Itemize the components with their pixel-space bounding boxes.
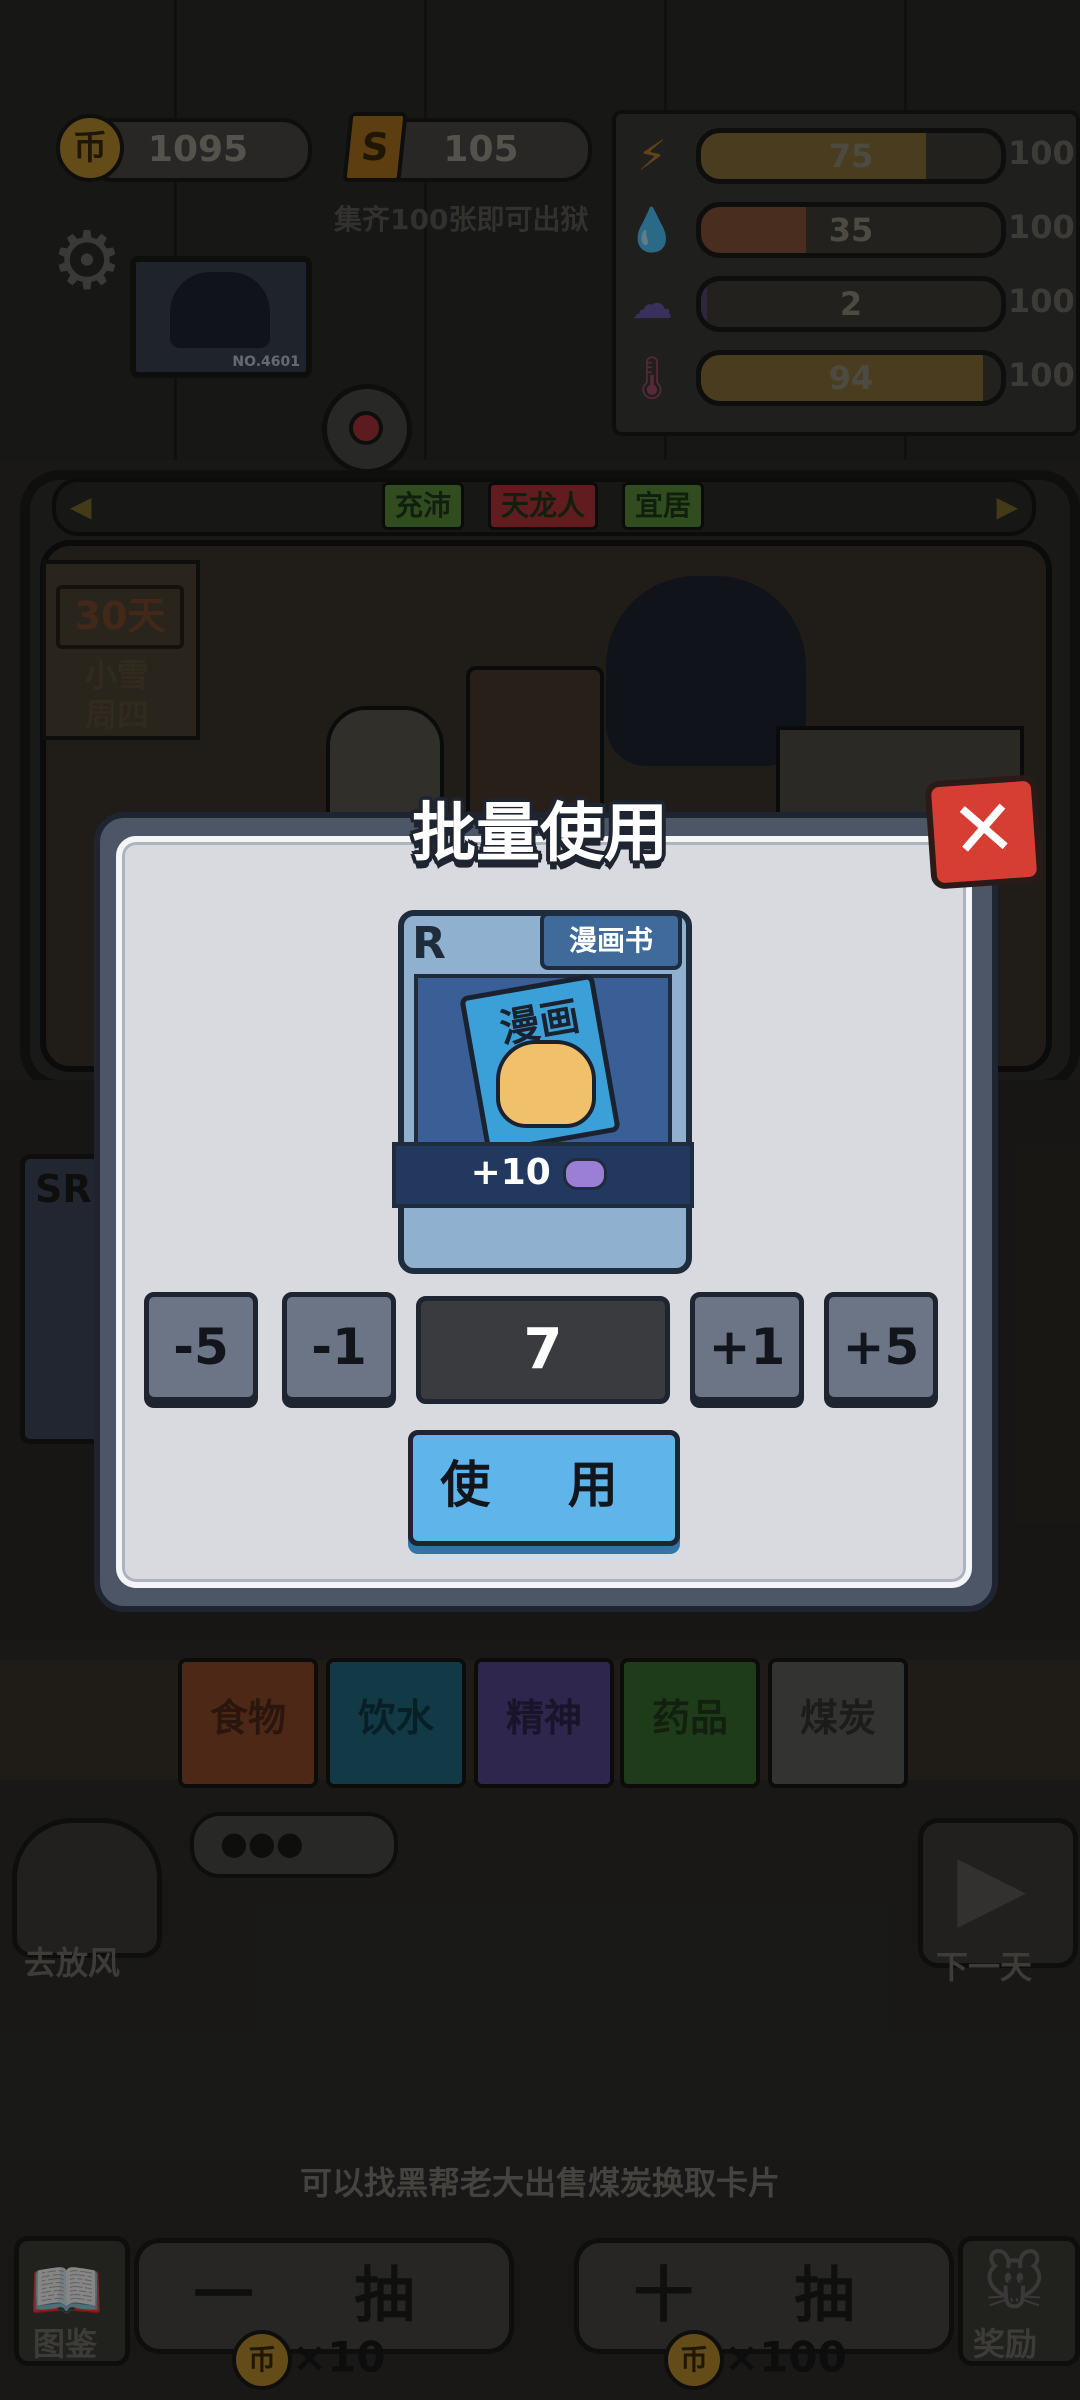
close-button[interactable]: ✕ bbox=[924, 774, 1044, 890]
card-effect-value: +10 bbox=[470, 1152, 551, 1193]
minus-1-button[interactable]: -1 bbox=[282, 1292, 396, 1402]
quantity-display: 7 bbox=[416, 1296, 670, 1404]
brain-icon bbox=[563, 1158, 608, 1190]
card-name: 漫画书 bbox=[540, 912, 682, 970]
use-button[interactable]: 使 用 bbox=[408, 1430, 680, 1546]
card-effect: +10 bbox=[392, 1146, 686, 1200]
comic-character-face bbox=[496, 1040, 596, 1128]
minus-5-button[interactable]: -5 bbox=[144, 1292, 258, 1402]
dialog-title: 批量使用 bbox=[412, 797, 668, 871]
plus-5-button[interactable]: +5 bbox=[824, 1292, 938, 1402]
card-rarity: R bbox=[412, 918, 446, 969]
close-icon: ✕ bbox=[948, 782, 1020, 878]
plus-1-button[interactable]: +1 bbox=[690, 1292, 804, 1402]
